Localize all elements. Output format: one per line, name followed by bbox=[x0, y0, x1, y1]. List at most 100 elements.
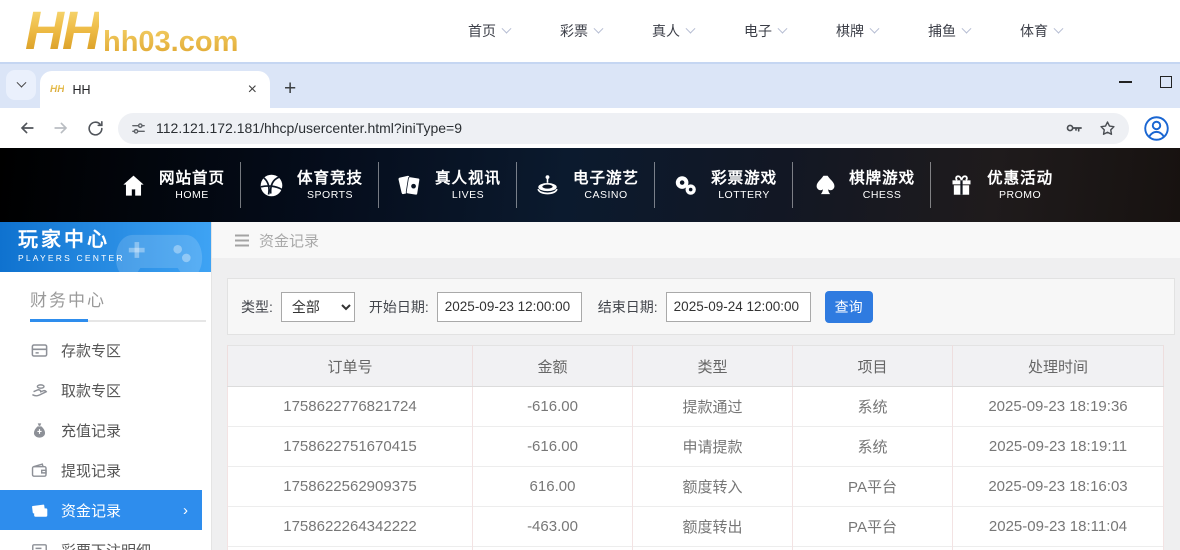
gamepad-icon bbox=[113, 226, 205, 272]
new-tab-button[interactable]: + bbox=[284, 79, 296, 99]
gift-icon bbox=[946, 172, 976, 199]
table-cell: -616.00 bbox=[473, 427, 633, 467]
chevron-down-icon bbox=[502, 23, 512, 33]
deposit-card-icon bbox=[30, 341, 50, 360]
address-bar-actions bbox=[1064, 118, 1117, 138]
tab-close-icon[interactable]: × bbox=[245, 81, 260, 99]
tab-search-button[interactable] bbox=[6, 70, 36, 100]
table-cell: 2025-09-23 18:11:04 bbox=[953, 507, 1164, 547]
table-cell: 1758622751670415 bbox=[228, 427, 473, 467]
top-nav-item[interactable]: 真人 bbox=[652, 21, 694, 41]
sidebar-item[interactable]: 提现记录 bbox=[0, 450, 211, 490]
top-nav-item[interactable]: 彩票 bbox=[560, 21, 602, 41]
game-nav-label-en: CHESS bbox=[863, 188, 902, 202]
lottery-balls-icon bbox=[670, 172, 700, 199]
chevron-down-icon bbox=[1054, 23, 1064, 33]
tab-title: HH bbox=[72, 83, 244, 97]
top-nav-label: 真人 bbox=[652, 21, 680, 41]
column-header: 处理时间 bbox=[953, 346, 1164, 387]
chevron-down-icon bbox=[16, 77, 26, 87]
game-nav-item-casino[interactable]: 电子游艺CASINO bbox=[516, 162, 654, 208]
game-nav-item-promo[interactable]: 优惠活动PROMO bbox=[930, 162, 1068, 208]
sidebar-item[interactable]: 充值记录 bbox=[0, 410, 211, 450]
game-nav-item-sports[interactable]: 体育竞技SPORTS bbox=[240, 162, 378, 208]
browser-profile-avatar[interactable] bbox=[1143, 115, 1170, 142]
browser-tab[interactable]: HH HH × bbox=[40, 71, 270, 108]
table-header-row: 订单号金额类型项目处理时间 bbox=[228, 346, 1164, 387]
sidebar-item[interactable]: 取款专区 bbox=[0, 370, 211, 410]
url-text[interactable]: 112.121.172.181/hhcp/usercenter.html?ini… bbox=[156, 120, 1064, 136]
top-nav-label: 棋牌 bbox=[836, 21, 864, 41]
type-select[interactable]: 全部 bbox=[281, 292, 355, 322]
cards-icon bbox=[394, 172, 424, 199]
table-cell: 616.00 bbox=[473, 467, 633, 507]
funds-icon bbox=[30, 501, 50, 520]
back-button[interactable] bbox=[10, 111, 44, 145]
reload-button[interactable] bbox=[78, 111, 112, 145]
filter-bar: 类型: 全部 开始日期: 结束日期: 查询 bbox=[227, 278, 1175, 335]
top-nav-label: 电子 bbox=[744, 21, 772, 41]
home-icon bbox=[118, 172, 148, 199]
top-nav-item[interactable]: 首页 bbox=[468, 21, 510, 41]
start-date-input[interactable] bbox=[437, 292, 582, 322]
game-nav-label-en: SPORTS bbox=[307, 188, 353, 202]
top-nav-item[interactable]: 棋牌 bbox=[836, 21, 878, 41]
sidebar-item[interactable]: 资金记录› bbox=[0, 490, 202, 530]
top-nav-item[interactable]: 电子 bbox=[744, 21, 786, 41]
game-nav-label-zh: 优惠活动 bbox=[987, 169, 1053, 188]
chevron-right-icon: › bbox=[183, 502, 188, 519]
window-minimize-button[interactable] bbox=[1119, 81, 1132, 83]
window-controls bbox=[1119, 76, 1172, 88]
table-cell: 系统 bbox=[793, 427, 953, 467]
funds-table: 订单号金额类型项目处理时间 1758622776821724-616.00提款通… bbox=[227, 345, 1164, 550]
section-underline bbox=[30, 320, 206, 322]
column-header: 金额 bbox=[473, 346, 633, 387]
table-cell: 提款通过 bbox=[633, 387, 793, 427]
game-nav-item-home[interactable]: 网站首页HOME bbox=[103, 162, 240, 208]
bookmark-star-icon[interactable] bbox=[1098, 119, 1117, 138]
top-nav-label: 首页 bbox=[468, 21, 496, 41]
address-bar[interactable]: 112.121.172.181/hhcp/usercenter.html?ini… bbox=[118, 113, 1129, 144]
top-nav-item[interactable]: 捕鱼 bbox=[928, 21, 970, 41]
table-cell: 2025-09-23 18:16:03 bbox=[953, 467, 1164, 507]
type-label: 类型: bbox=[241, 297, 273, 317]
game-nav-item-lives[interactable]: 真人视讯LIVES bbox=[378, 162, 516, 208]
sidebar-item-label: 彩票下注明细 bbox=[61, 540, 151, 550]
sidebar-menu: 存款专区取款专区充值记录提现记录资金记录› 彩票下注明细 bbox=[0, 330, 211, 550]
end-date-input[interactable] bbox=[666, 292, 811, 322]
sidebar-item[interactable]: 彩票下注明细 bbox=[0, 530, 211, 550]
roulette-icon bbox=[532, 172, 562, 199]
search-button[interactable]: 查询 bbox=[825, 291, 873, 323]
game-nav-label-en: PROMO bbox=[999, 188, 1041, 202]
withdraw-hand-icon bbox=[30, 381, 50, 400]
sidebar-header: 玩家中心 PLAYERS CENTER bbox=[0, 222, 211, 272]
top-nav-label: 捕鱼 bbox=[928, 21, 956, 41]
top-nav-label: 体育 bbox=[1020, 21, 1048, 41]
table-cell: PA平台 bbox=[793, 467, 953, 507]
sidebar-section: 财务中心 bbox=[0, 272, 211, 322]
password-key-icon[interactable] bbox=[1064, 118, 1084, 138]
sidebar-item-label: 充值记录 bbox=[61, 420, 121, 441]
game-nav-item-lottery[interactable]: 彩票游戏LOTTERY bbox=[654, 162, 792, 208]
chevron-down-icon bbox=[778, 23, 788, 33]
site-logo[interactable]: HH hh03.com bbox=[25, 3, 238, 59]
window-maximize-button[interactable] bbox=[1160, 76, 1172, 88]
game-nav: 网站首页HOME体育竞技SPORTS真人视讯LIVES电子游艺CASINO彩票游… bbox=[0, 148, 1180, 222]
site-settings-icon[interactable] bbox=[130, 120, 147, 137]
chevron-down-icon bbox=[962, 23, 972, 33]
page-title: 资金记录 bbox=[259, 230, 319, 251]
top-nav-label: 彩票 bbox=[560, 21, 588, 41]
game-nav-item-chess[interactable]: 棋牌游戏CHESS bbox=[792, 162, 930, 208]
table-row: 1758622562909375616.00额度转入PA平台2025-09-23… bbox=[228, 467, 1164, 507]
table-cell: 1758622264342222 bbox=[228, 507, 473, 547]
basketball-icon bbox=[256, 172, 286, 199]
logo-mark: HH bbox=[25, 3, 99, 59]
column-header: 项目 bbox=[793, 346, 953, 387]
top-nav: 首页 彩票 真人 电子 棋牌 捕鱼 体育 bbox=[468, 21, 1062, 41]
top-nav-item[interactable]: 体育 bbox=[1020, 21, 1062, 41]
forward-button[interactable] bbox=[44, 111, 78, 145]
sidebar-item[interactable]: 存款专区 bbox=[0, 330, 211, 370]
column-header: 类型 bbox=[633, 346, 793, 387]
game-nav-label-en: LOTTERY bbox=[718, 188, 770, 202]
game-nav-label-zh: 真人视讯 bbox=[435, 169, 501, 188]
